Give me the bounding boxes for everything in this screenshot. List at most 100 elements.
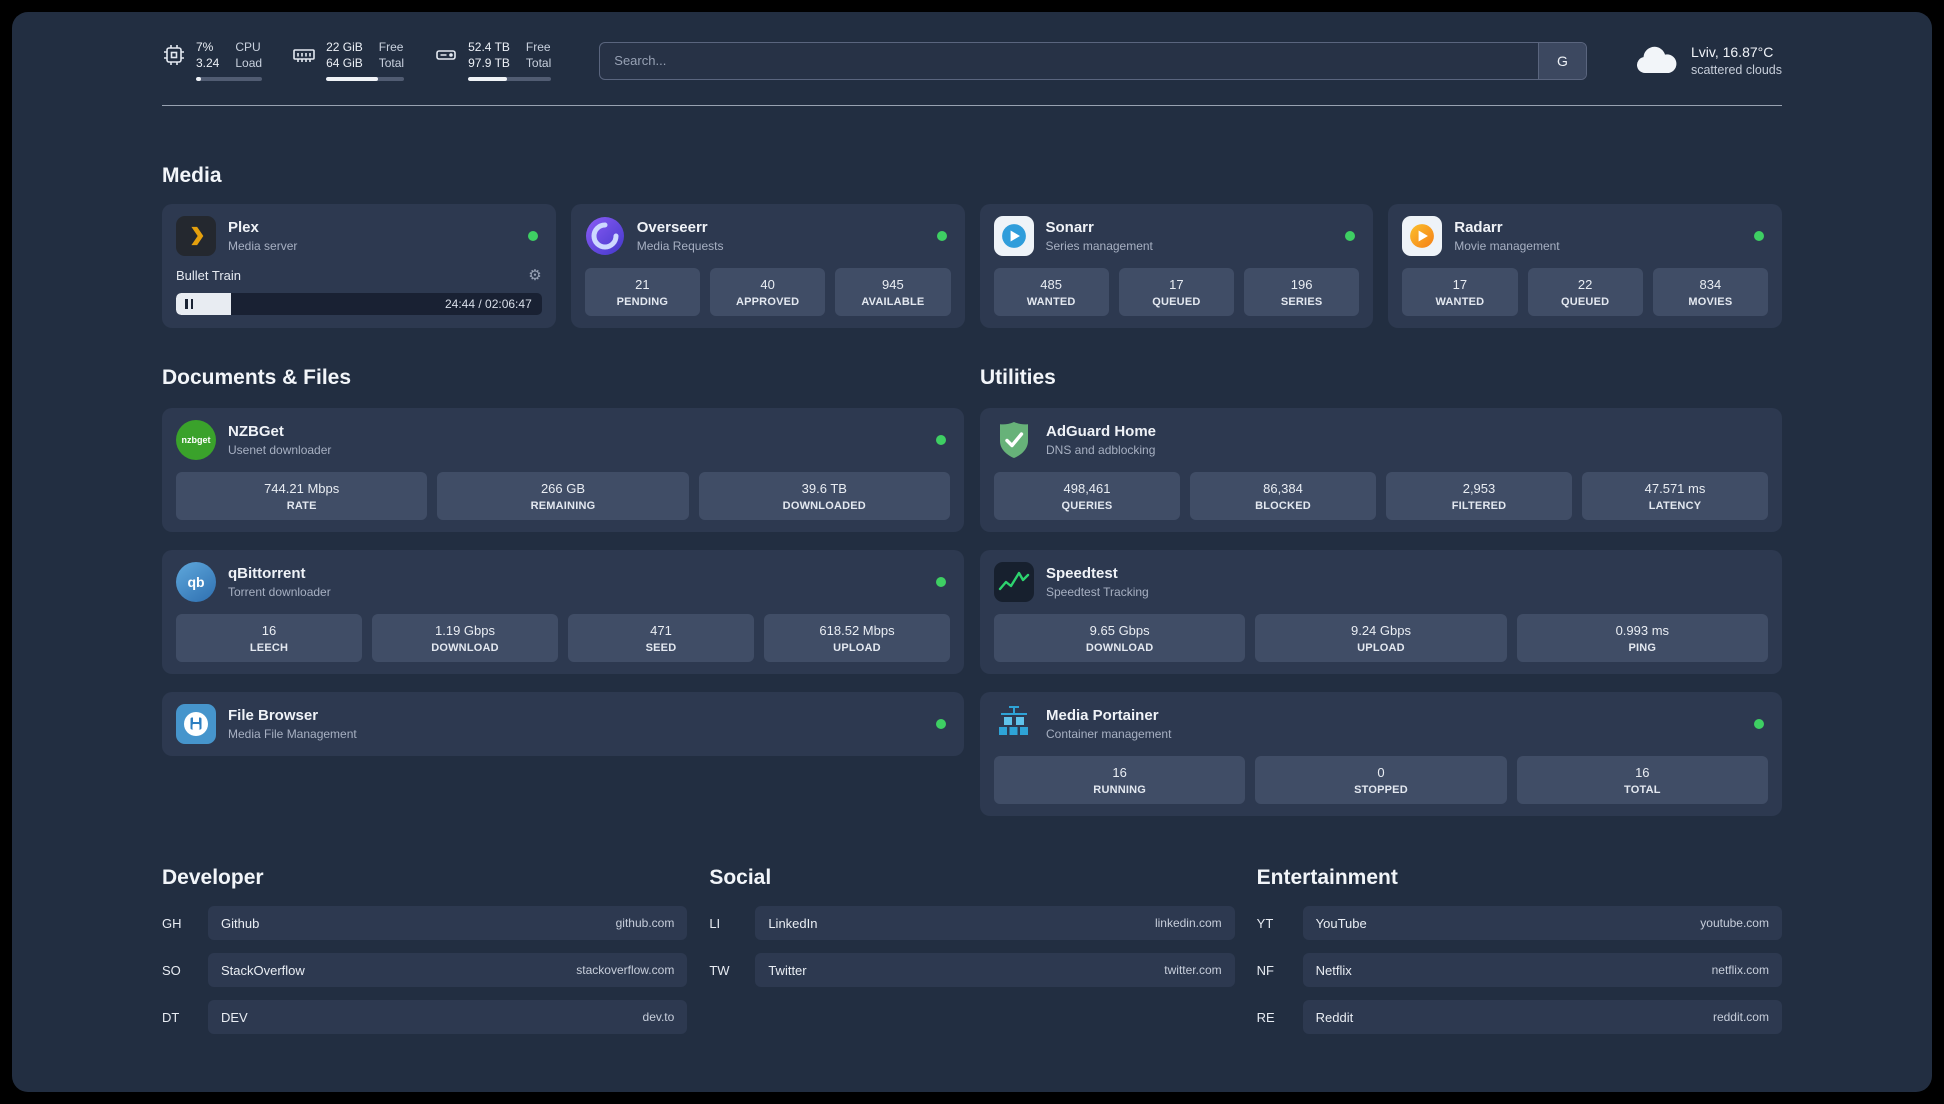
topbar: 7% 3.24 CPU Load 22 GiB 64 GiB Free Tota… <box>162 12 1782 82</box>
app-name: NZBGet <box>228 423 284 441</box>
stat-tile: 16 LEECH <box>176 614 362 663</box>
stat-value: 744.21 Mbps <box>264 481 340 497</box>
bookmark-abbr: RE <box>1256 1009 1275 1025</box>
stat-label: AVAILABLE <box>861 296 925 309</box>
stat-label: SEED <box>645 642 677 655</box>
topbar-divider <box>162 105 1782 107</box>
bookmark-abbr: GH <box>162 915 182 931</box>
bookmark-url: reddit.com <box>1712 1010 1769 1025</box>
app-name: Radarr <box>1454 219 1503 237</box>
radarr-icon <box>1402 216 1443 257</box>
playback-progress-bar[interactable]: 24:44 / 02:06:47 <box>176 293 542 316</box>
app-name: Plex <box>228 219 259 237</box>
memory-icon <box>292 43 316 67</box>
stat-value: 9.65 Gbps <box>1089 623 1150 639</box>
qbittorrent-icon: qb <box>176 562 216 603</box>
bookmark-url: github.com <box>615 916 675 931</box>
bookmark-link-dev[interactable]: DEV dev.to <box>208 1000 688 1035</box>
nzbget-card[interactable]: nzbget NZBGet Usenet downloader 744.21 M… <box>162 408 964 533</box>
stat-tile: 196 SERIES <box>1244 268 1360 317</box>
social-bookmarks: Social LI LinkedIn linkedin.com TW Twitt… <box>709 866 1235 1034</box>
bookmark-link-reddit[interactable]: Reddit reddit.com <box>1302 1000 1782 1035</box>
gear-icon[interactable]: ⚙ <box>528 266 541 284</box>
sonarr-icon <box>993 216 1034 257</box>
stat-tile: 17 WANTED <box>1402 268 1518 317</box>
status-dot <box>1345 231 1356 242</box>
stat-label: REMAINING <box>530 500 596 513</box>
app-subtitle: Usenet downloader <box>228 443 332 458</box>
stat-tile: 16 RUNNING <box>994 756 1246 805</box>
stat-tile: 834 MOVIES <box>1652 268 1768 317</box>
stat-value: 196 <box>1290 277 1313 293</box>
bookmark-abbr: TW <box>709 962 730 978</box>
search-engine-button[interactable]: G <box>1537 42 1586 79</box>
bookmark-link-youtube[interactable]: YouTube youtube.com <box>1302 906 1782 941</box>
stat-value: 17 <box>1452 277 1468 293</box>
filebrowser-card[interactable]: File Browser Media File Management <box>162 692 964 757</box>
speedtest-card[interactable]: Speedtest Speedtest Tracking 9.65 Gbps D… <box>980 550 1782 675</box>
section-title-entertainment: Entertainment <box>1256 866 1398 890</box>
stat-tile: 0.993 ms PING <box>1516 614 1768 663</box>
stat-tile: 9.65 Gbps DOWNLOAD <box>994 614 1246 663</box>
bookmark-name: Github <box>221 915 260 931</box>
stat-tile: 471 SEED <box>568 614 754 663</box>
cpu-percent: 7% <box>196 40 214 54</box>
stat-value: 266 GB <box>540 481 586 497</box>
bookmark-link-stackoverflow[interactable]: StackOverflow stackoverflow.com <box>208 953 688 988</box>
stat-label: PING <box>1628 642 1657 655</box>
portainer-icon <box>994 704 1034 744</box>
stat-value: 485 <box>1040 277 1062 293</box>
stat-tile: 39.6 TB DOWNLOADED <box>698 472 950 521</box>
status-dot <box>936 435 946 446</box>
bookmark-row: SO StackOverflow stackoverflow.com <box>162 953 688 988</box>
dashboard: 7% 3.24 CPU Load 22 GiB 64 GiB Free Tota… <box>12 12 1932 1092</box>
ram-free: 22 GiB <box>326 40 363 54</box>
bookmark-link-twitter[interactable]: Twitter twitter.com <box>755 953 1235 988</box>
bookmark-link-netflix[interactable]: Netflix netflix.com <box>1302 953 1782 988</box>
bookmark-url: dev.to <box>642 1010 675 1025</box>
bookmark-link-linkedin[interactable]: LinkedIn linkedin.com <box>755 906 1235 941</box>
stat-tile: 16 TOTAL <box>1516 756 1768 805</box>
radarr-card[interactable]: Radarr Movie management 17 WANTED 22 QUE… <box>1388 204 1782 329</box>
app-name: Overseerr <box>636 219 708 237</box>
section-title-utilities: Utilities <box>980 366 1056 390</box>
bookmark-url: youtube.com <box>1700 916 1769 931</box>
overseerr-card[interactable]: Overseerr Media Requests 21 PENDING 40 A… <box>570 204 965 329</box>
section-title-documents: Documents & Files <box>162 366 352 390</box>
stat-tile: 945 AVAILABLE <box>835 268 951 317</box>
stat-label: WANTED <box>1026 296 1076 309</box>
app-subtitle: Container management <box>1046 727 1172 742</box>
stat-value: 0.993 ms <box>1615 623 1670 639</box>
sonarr-card[interactable]: Sonarr Series management 485 WANTED 17 Q… <box>979 204 1374 329</box>
app-name: File Browser <box>228 707 319 725</box>
disk-bar <box>468 77 552 82</box>
qbittorrent-card[interactable]: qb qBittorrent Torrent downloader 16 LEE… <box>162 550 964 675</box>
pause-icon[interactable] <box>185 299 193 310</box>
stat-tile: 1.19 Gbps DOWNLOAD <box>372 614 558 663</box>
bookmark-name: DEV <box>221 1009 248 1025</box>
adguard-card[interactable]: AdGuard Home DNS and adblocking 498,461 … <box>980 408 1782 533</box>
stat-tile: 498,461 QUERIES <box>994 472 1180 521</box>
stat-label: RUNNING <box>1093 784 1147 797</box>
stat-value: 39.6 TB <box>801 481 847 497</box>
bookmark-url: twitter.com <box>1164 963 1222 978</box>
stat-value: 22 <box>1577 277 1593 293</box>
stat-value: 16 <box>1112 765 1127 781</box>
portainer-card[interactable]: Media Portainer Container management 16 … <box>980 692 1782 817</box>
plex-icon <box>176 216 216 257</box>
bookmark-row: GH Github github.com <box>162 906 688 941</box>
plex-card[interactable]: Plex Media server Bullet Train ⚙ 24:44 /… <box>162 204 556 329</box>
status-dot <box>936 577 946 588</box>
bookmark-name: YouTube <box>1315 915 1367 931</box>
bookmark-link-github[interactable]: Github github.com <box>208 906 688 941</box>
cpu-icon <box>162 43 186 67</box>
bookmark-name: Twitter <box>768 962 807 978</box>
documents-column: Documents & Files nzbget NZBGet Usenet d… <box>162 366 964 816</box>
memory-widget: 22 GiB 64 GiB Free Total <box>292 40 405 82</box>
status-dot <box>1754 719 1764 730</box>
status-dot <box>1754 231 1764 242</box>
status-dot <box>936 231 947 242</box>
now-playing-title: Bullet Train <box>176 267 242 283</box>
search-input[interactable] <box>600 53 1538 69</box>
status-dot <box>936 719 946 730</box>
